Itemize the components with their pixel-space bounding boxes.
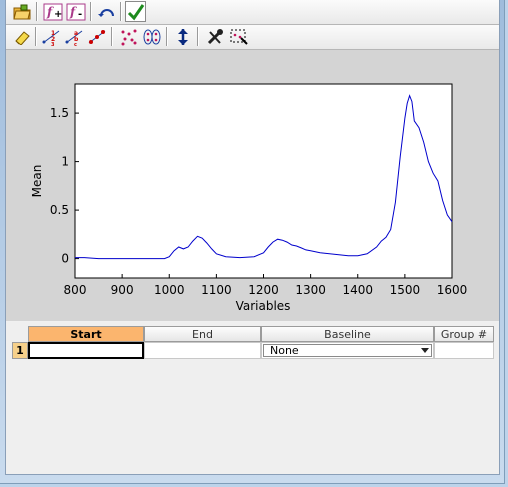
letter-points-icon[interactable]: abc [63,26,84,47]
window-client-area: f + f- 123 abc 800 900 1000 1100 1200 13… [5,0,500,475]
undo-icon[interactable] [96,1,117,22]
group-cell[interactable] [434,342,494,359]
eraser-icon[interactable] [11,26,32,47]
svg-text:3: 3 [51,42,55,46]
x-tick-label: 1400 [342,283,373,297]
row-header[interactable]: 1 [12,342,28,359]
toolbar-secondary: 123 abc [6,25,499,50]
chevron-down-icon[interactable] [421,348,429,353]
svg-text:c: c [74,42,77,46]
svg-text:+: + [54,9,62,20]
x-tick-label: 800 [64,283,87,297]
column-header-baseline[interactable]: Baseline [261,326,434,342]
region-table: Start End Baseline Group # 1 None [6,322,499,474]
x-tick-label: 1100 [201,283,232,297]
x-axis-label: Variables [236,299,291,313]
y-tick-label: 0 [61,252,69,266]
scatter-points-icon[interactable] [118,26,139,47]
plot-area [74,83,453,279]
x-tick-label: 1200 [248,283,279,297]
remove-function-icon[interactable]: f- [65,1,86,22]
x-tick-label: 1000 [154,283,185,297]
baseline-select[interactable]: None [263,344,432,357]
y-tick-label: 1.5 [50,106,69,120]
grouped-points-icon[interactable] [141,26,162,47]
apply-check-icon[interactable] [125,1,146,22]
baseline-value: None [270,344,299,357]
add-function-icon[interactable]: f + [42,1,63,22]
app-window: f + f- 123 abc 800 900 1000 1100 1200 13… [0,0,505,484]
end-cell[interactable] [144,342,261,359]
toolbar-primary: f + f- [6,0,499,25]
column-header-start[interactable]: Start [28,326,144,342]
x-tick-label: 1300 [295,283,326,297]
baseline-cell[interactable]: None [261,342,434,359]
open-folder-icon[interactable] [11,1,32,22]
start-cell[interactable] [28,342,144,359]
column-header-end[interactable]: End [144,326,261,342]
tools-icon[interactable] [204,26,225,47]
x-tick-label: 1600 [437,283,468,297]
x-tick-label: 1500 [390,283,421,297]
y-tick-label: 1 [61,155,69,169]
plot-panel: 800 900 1000 1100 1200 1300 1400 1500 1600 0 0.5 1 1… [6,50,499,321]
x-tick-label: 900 [111,283,134,297]
mean-spectrum-chart[interactable]: 800 900 1000 1100 1200 1300 1400 1500 1600 0 0.5 1 1… [6,50,499,321]
connect-points-icon[interactable] [86,26,107,47]
vertical-resize-icon[interactable] [172,26,193,47]
number-points-icon[interactable]: 123 [40,26,61,47]
svg-text:-: - [78,9,82,20]
select-region-icon[interactable] [228,26,249,47]
column-header-group[interactable]: Group # [434,326,494,342]
y-axis-label: Mean [30,165,44,198]
y-tick-label: 0.5 [50,203,69,217]
